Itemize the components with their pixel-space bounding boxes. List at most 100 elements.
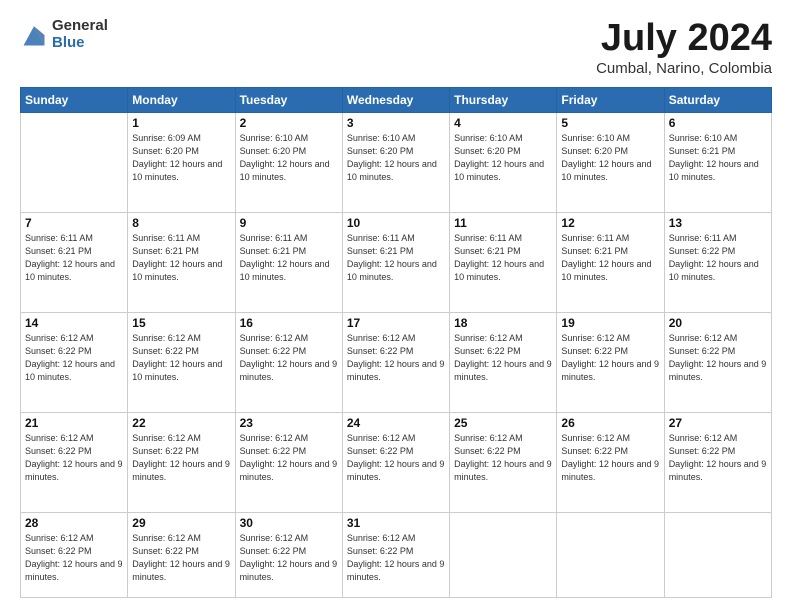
day-number: 26 (561, 416, 659, 430)
day-info: Sunrise: 6:11 AM Sunset: 6:21 PM Dayligh… (454, 232, 552, 284)
day-number: 18 (454, 316, 552, 330)
table-row: 28Sunrise: 6:12 AM Sunset: 6:22 PM Dayli… (21, 512, 128, 597)
day-number: 3 (347, 116, 445, 130)
day-number: 30 (240, 516, 338, 530)
table-row: 15 Sunrise: 6:12 AM Sunset: 6:22 PM Dayli… (128, 312, 235, 412)
day-info: Sunrise: 6:12 AM Sunset: 6:22 PM Dayligh… (347, 532, 445, 584)
day-number: 31 (347, 516, 445, 530)
logo-general-label: General (52, 18, 108, 35)
day-info: Sunrise: 6:12 AM Sunset: 6:22 PM Dayligh… (132, 332, 230, 384)
day-info: Sunrise: 6:12 AM Sunset: 6:22 PM Dayligh… (347, 332, 445, 384)
logo-blue-label: Blue (52, 35, 108, 52)
table-row: 13 Sunrise: 6:11 AM Sunset: 6:22 PM Dayli… (664, 212, 771, 312)
table-row: 8 Sunrise: 6:11 AM Sunset: 6:21 PM Daylig… (128, 212, 235, 312)
calendar-week-row: 28Sunrise: 6:12 AM Sunset: 6:22 PM Dayli… (21, 512, 772, 597)
day-number: 6 (669, 116, 767, 130)
table-row: 3Sunrise: 6:10 AM Sunset: 6:20 PM Daylig… (342, 112, 449, 212)
day-number: 22 (132, 416, 230, 430)
col-monday: Monday (128, 87, 235, 112)
day-info: Sunrise: 6:12 AM Sunset: 6:22 PM Dayligh… (240, 332, 338, 384)
day-info: Sunrise: 6:12 AM Sunset: 6:22 PM Dayligh… (561, 332, 659, 384)
day-number: 4 (454, 116, 552, 130)
day-number: 8 (132, 216, 230, 230)
calendar-table: Sunday Monday Tuesday Wednesday Thursday… (20, 87, 772, 598)
day-number: 11 (454, 216, 552, 230)
day-info: Sunrise: 6:10 AM Sunset: 6:21 PM Dayligh… (669, 132, 767, 184)
col-saturday: Saturday (664, 87, 771, 112)
day-info: Sunrise: 6:12 AM Sunset: 6:22 PM Dayligh… (240, 532, 338, 584)
subtitle: Cumbal, Narino, Colombia (596, 60, 772, 77)
day-info: Sunrise: 6:09 AM Sunset: 6:20 PM Dayligh… (132, 132, 230, 184)
day-info: Sunrise: 6:12 AM Sunset: 6:22 PM Dayligh… (669, 432, 767, 484)
day-info: Sunrise: 6:12 AM Sunset: 6:22 PM Dayligh… (347, 432, 445, 484)
day-info: Sunrise: 6:12 AM Sunset: 6:22 PM Dayligh… (132, 532, 230, 584)
day-number: 21 (25, 416, 123, 430)
day-info: Sunrise: 6:11 AM Sunset: 6:22 PM Dayligh… (669, 232, 767, 284)
logo-icon (20, 21, 48, 49)
day-number: 12 (561, 216, 659, 230)
table-row: 4 Sunrise: 6:10 AM Sunset: 6:20 PM Daylig… (450, 112, 557, 212)
table-row: 14Sunrise: 6:12 AM Sunset: 6:22 PM Dayli… (21, 312, 128, 412)
table-row: 20 Sunrise: 6:12 AM Sunset: 6:22 PM Dayli… (664, 312, 771, 412)
table-row: 23 Sunrise: 6:12 AM Sunset: 6:22 PM Dayli… (235, 412, 342, 512)
day-number: 19 (561, 316, 659, 330)
day-number: 7 (25, 216, 123, 230)
table-row: 29 Sunrise: 6:12 AM Sunset: 6:22 PM Dayli… (128, 512, 235, 597)
logo: General Blue (20, 18, 108, 51)
day-info: Sunrise: 6:10 AM Sunset: 6:20 PM Dayligh… (454, 132, 552, 184)
table-row: 18Sunrise: 6:12 AM Sunset: 6:22 PM Dayli… (450, 312, 557, 412)
page: General Blue July 2024 Cumbal, Narino, C… (0, 0, 792, 612)
day-number: 1 (132, 116, 230, 130)
day-number: 27 (669, 416, 767, 430)
day-info: Sunrise: 6:12 AM Sunset: 6:22 PM Dayligh… (25, 432, 123, 484)
calendar-week-row: 14Sunrise: 6:12 AM Sunset: 6:22 PM Dayli… (21, 312, 772, 412)
table-row: 26 Sunrise: 6:12 AM Sunset: 6:22 PM Dayli… (557, 412, 664, 512)
table-row: 10Sunrise: 6:11 AM Sunset: 6:21 PM Dayli… (342, 212, 449, 312)
logo-text: General Blue (52, 18, 108, 51)
day-number: 9 (240, 216, 338, 230)
day-info: Sunrise: 6:12 AM Sunset: 6:22 PM Dayligh… (240, 432, 338, 484)
table-row: 6 Sunrise: 6:10 AM Sunset: 6:21 PM Daylig… (664, 112, 771, 212)
calendar-week-row: 7 Sunrise: 6:11 AM Sunset: 6:21 PM Daylig… (21, 212, 772, 312)
table-row: 12Sunrise: 6:11 AM Sunset: 6:21 PM Dayli… (557, 212, 664, 312)
day-info: Sunrise: 6:10 AM Sunset: 6:20 PM Dayligh… (240, 132, 338, 184)
table-row (450, 512, 557, 597)
day-number: 29 (132, 516, 230, 530)
day-number: 13 (669, 216, 767, 230)
day-info: Sunrise: 6:11 AM Sunset: 6:21 PM Dayligh… (240, 232, 338, 284)
day-number: 10 (347, 216, 445, 230)
day-info: Sunrise: 6:12 AM Sunset: 6:22 PM Dayligh… (454, 432, 552, 484)
col-tuesday: Tuesday (235, 87, 342, 112)
col-thursday: Thursday (450, 87, 557, 112)
col-friday: Friday (557, 87, 664, 112)
col-wednesday: Wednesday (342, 87, 449, 112)
day-info: Sunrise: 6:12 AM Sunset: 6:22 PM Dayligh… (25, 532, 123, 584)
table-row: 24Sunrise: 6:12 AM Sunset: 6:22 PM Dayli… (342, 412, 449, 512)
table-row: 16Sunrise: 6:12 AM Sunset: 6:22 PM Dayli… (235, 312, 342, 412)
table-row: 5Sunrise: 6:10 AM Sunset: 6:20 PM Daylig… (557, 112, 664, 212)
calendar-week-row: 1 Sunrise: 6:09 AM Sunset: 6:20 PM Daylig… (21, 112, 772, 212)
day-info: Sunrise: 6:12 AM Sunset: 6:22 PM Dayligh… (561, 432, 659, 484)
table-row: 22Sunrise: 6:12 AM Sunset: 6:22 PM Dayli… (128, 412, 235, 512)
table-row: 25 Sunrise: 6:12 AM Sunset: 6:22 PM Dayli… (450, 412, 557, 512)
main-title: July 2024 (596, 18, 772, 60)
calendar-header-row: Sunday Monday Tuesday Wednesday Thursday… (21, 87, 772, 112)
col-sunday: Sunday (21, 87, 128, 112)
table-row: 19 Sunrise: 6:12 AM Sunset: 6:22 PM Dayli… (557, 312, 664, 412)
day-number: 25 (454, 416, 552, 430)
day-number: 23 (240, 416, 338, 430)
day-number: 17 (347, 316, 445, 330)
day-number: 15 (132, 316, 230, 330)
table-row: 17 Sunrise: 6:12 AM Sunset: 6:22 PM Dayli… (342, 312, 449, 412)
day-info: Sunrise: 6:12 AM Sunset: 6:22 PM Dayligh… (669, 332, 767, 384)
header: General Blue July 2024 Cumbal, Narino, C… (20, 18, 772, 77)
day-info: Sunrise: 6:11 AM Sunset: 6:21 PM Dayligh… (25, 232, 123, 284)
day-number: 2 (240, 116, 338, 130)
table-row: 21 Sunrise: 6:12 AM Sunset: 6:22 PM Dayli… (21, 412, 128, 512)
table-row: 27 Sunrise: 6:12 AM Sunset: 6:22 PM Dayli… (664, 412, 771, 512)
day-number: 5 (561, 116, 659, 130)
calendar-week-row: 21 Sunrise: 6:12 AM Sunset: 6:22 PM Dayli… (21, 412, 772, 512)
table-row: 7 Sunrise: 6:11 AM Sunset: 6:21 PM Daylig… (21, 212, 128, 312)
day-number: 20 (669, 316, 767, 330)
day-info: Sunrise: 6:11 AM Sunset: 6:21 PM Dayligh… (132, 232, 230, 284)
